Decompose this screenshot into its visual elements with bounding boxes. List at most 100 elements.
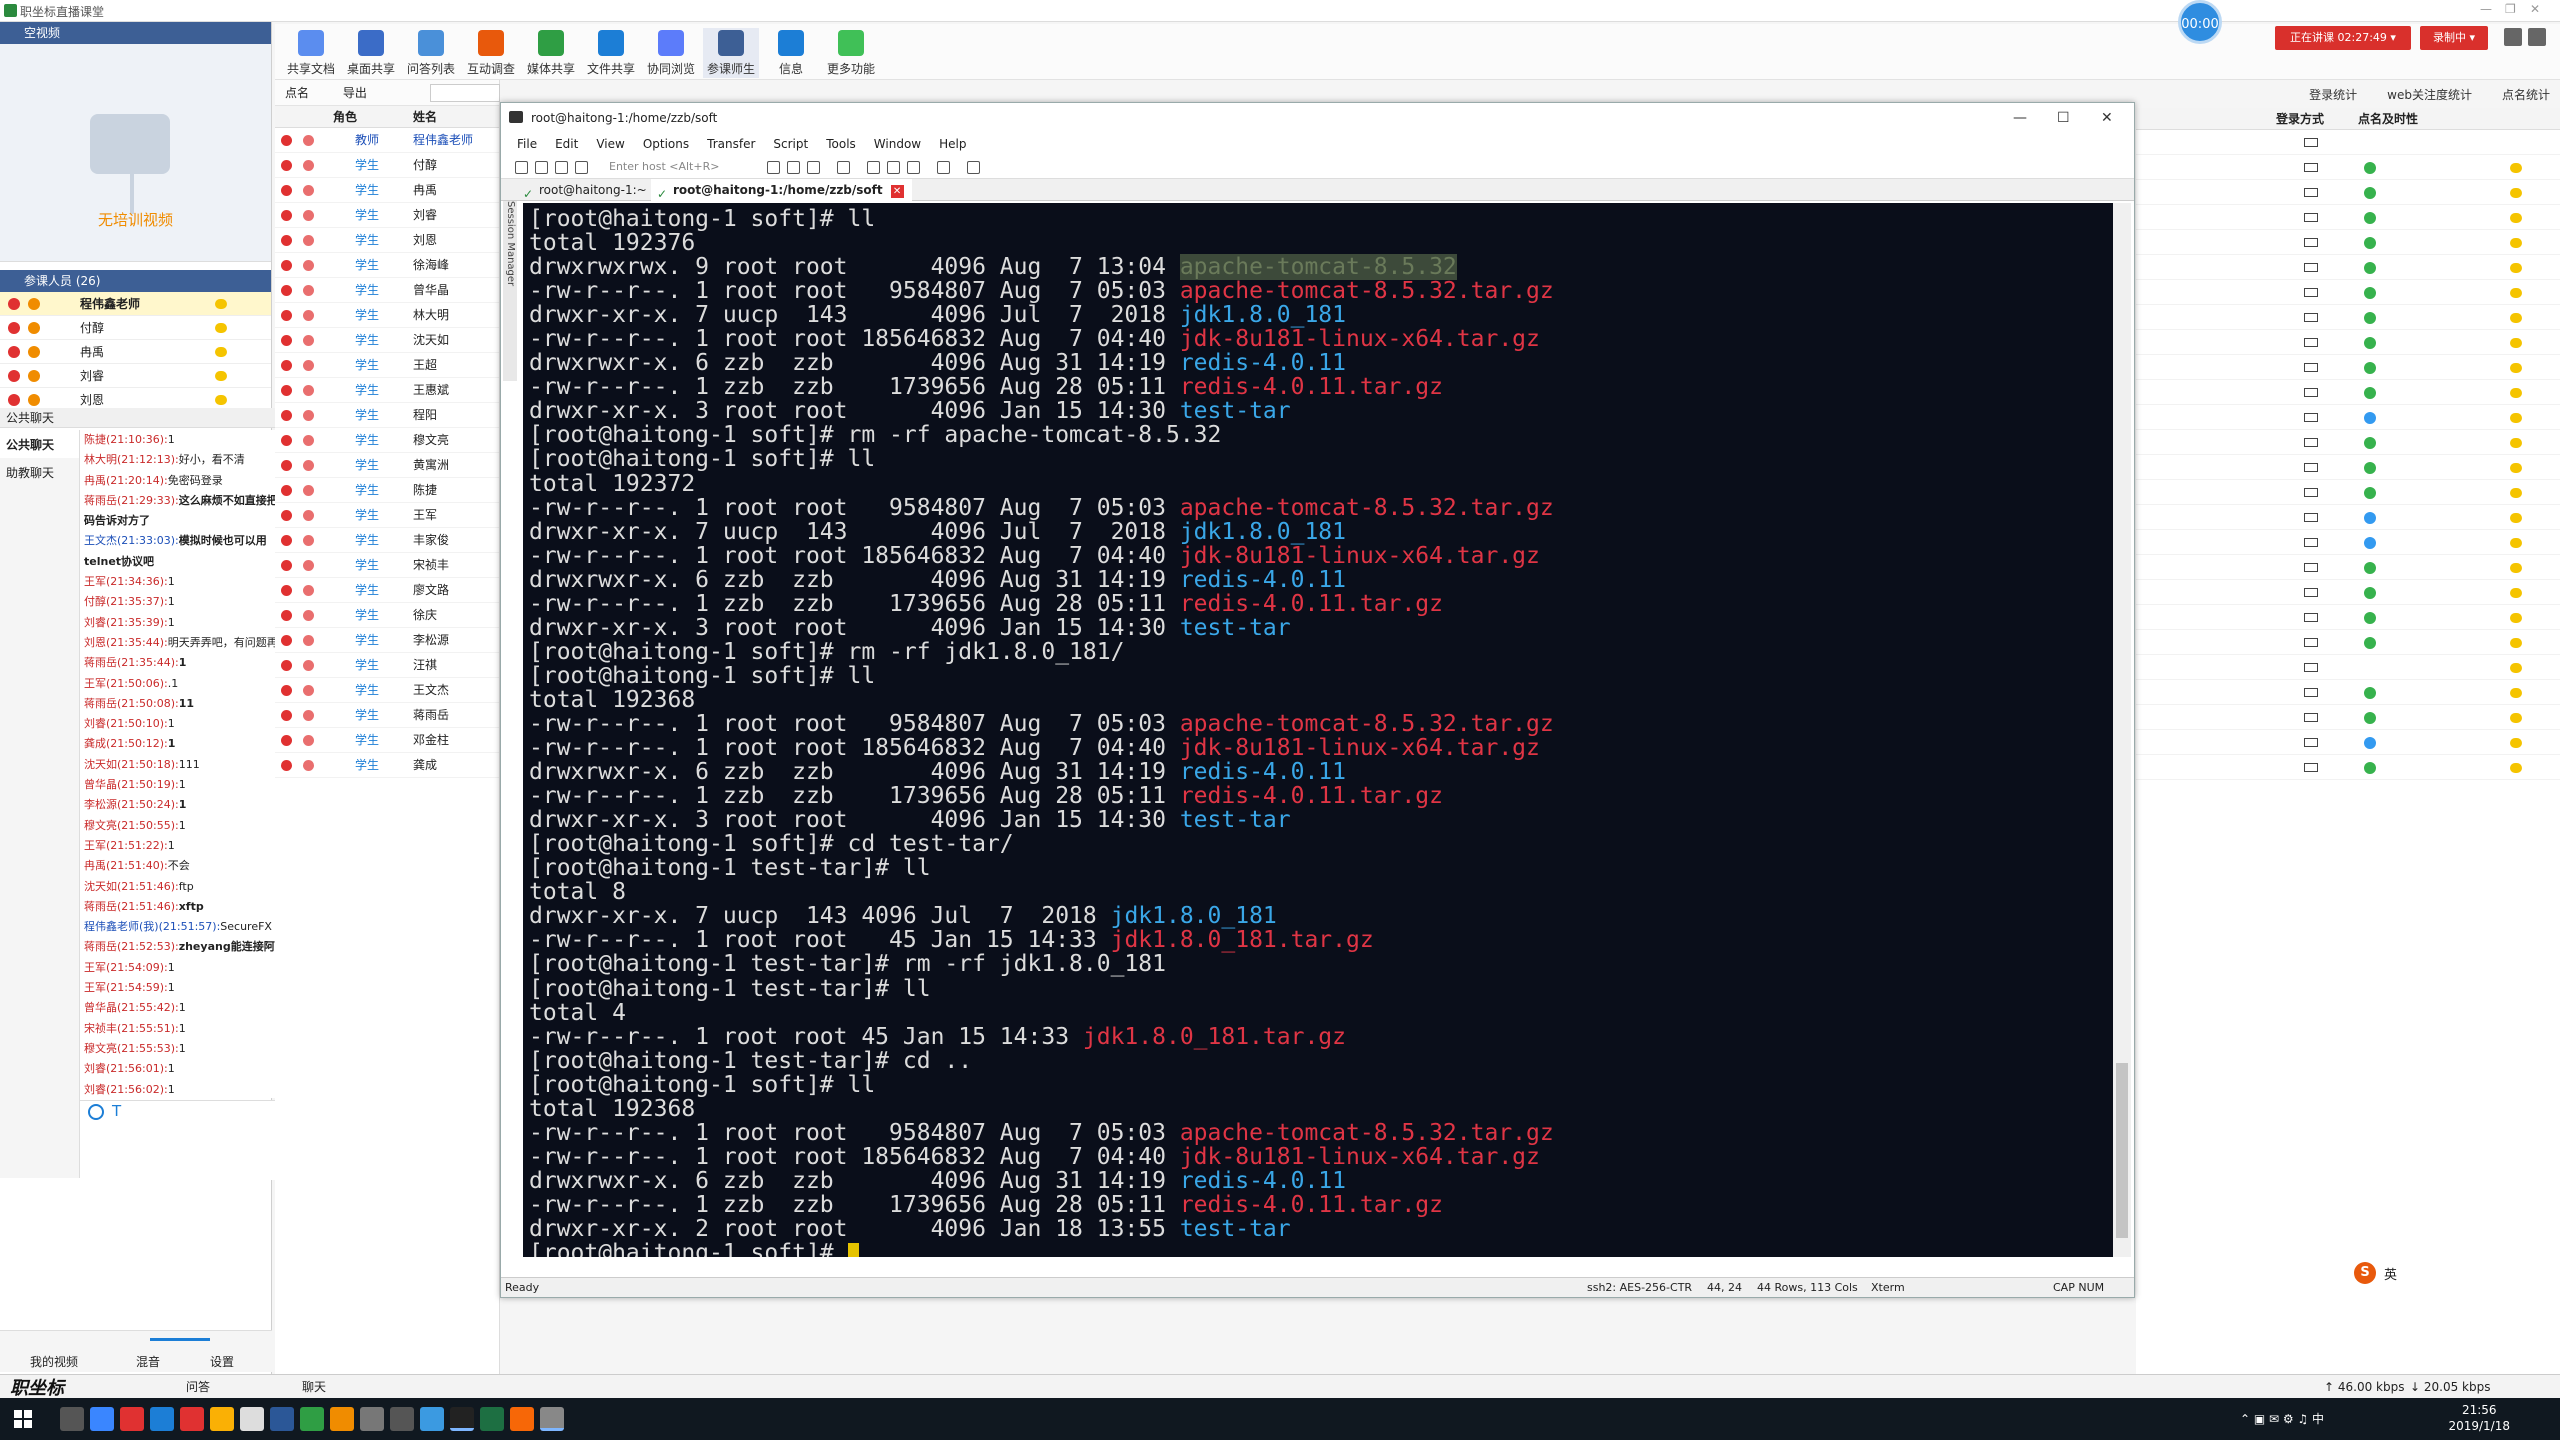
toolbar-7[interactable]: 参课师生 <box>703 28 759 78</box>
reward-icon[interactable] <box>2510 563 2522 573</box>
key-icon[interactable] <box>907 161 920 174</box>
taskbar-app-icon[interactable] <box>510 1407 534 1431</box>
help-icon[interactable] <box>937 161 950 174</box>
menu-tools[interactable]: Tools <box>826 137 856 151</box>
volume-slider[interactable] <box>150 1338 210 1341</box>
mic-icon[interactable] <box>281 760 292 771</box>
table-row[interactable]: 学生 汪祺 <box>275 653 499 678</box>
taskbar-app-icon[interactable] <box>150 1407 174 1431</box>
reward-icon[interactable] <box>2510 463 2522 473</box>
camera-icon[interactable] <box>28 322 40 334</box>
camera-icon[interactable] <box>303 385 314 396</box>
taskbar-app-icon[interactable] <box>450 1407 474 1431</box>
camera-icon[interactable] <box>303 635 314 646</box>
taskbar-app-icon[interactable] <box>180 1407 204 1431</box>
terminal-close-icon[interactable]: ✕ <box>2101 103 2113 133</box>
chat-button[interactable]: 聊天 <box>302 1375 326 1399</box>
camera-icon[interactable] <box>303 660 314 671</box>
mic-icon[interactable] <box>281 135 292 146</box>
taskbar-app-icon[interactable] <box>240 1407 264 1431</box>
table-row[interactable]: 学生 李松源 <box>275 628 499 653</box>
table-row[interactable]: 学生 程阳 <box>275 403 499 428</box>
mic-icon[interactable] <box>8 370 20 382</box>
mic-icon[interactable] <box>281 485 292 496</box>
table-row[interactable]: 学生 王惠斌 <box>275 378 499 403</box>
table-row[interactable]: 学生 曾华晶 <box>275 278 499 303</box>
camera-icon[interactable] <box>303 685 314 696</box>
mic-icon[interactable] <box>281 660 292 671</box>
toolbar-6[interactable]: 协同浏览 <box>643 28 699 78</box>
reward-icon[interactable] <box>2510 238 2522 248</box>
taskbar-app-icon[interactable] <box>90 1407 114 1431</box>
taskbar-app-icon[interactable] <box>540 1407 564 1431</box>
reward-icon[interactable] <box>2510 588 2522 598</box>
mic-icon[interactable] <box>281 385 292 396</box>
disconnect-icon[interactable] <box>575 161 588 174</box>
reward-icon[interactable] <box>2510 188 2522 198</box>
table-row[interactable]: 教师 程伟鑫老师 <box>275 128 499 153</box>
reward-icon[interactable] <box>2510 288 2522 298</box>
minimize-icon[interactable]: — <box>2480 2 2492 16</box>
terminal-minimize-icon[interactable]: — <box>2013 103 2027 133</box>
attendee-row[interactable]: 程伟鑫老师 <box>0 292 271 316</box>
attendee-row[interactable]: 付醇 <box>0 316 271 340</box>
find-icon[interactable] <box>807 161 820 174</box>
camera-icon[interactable] <box>303 410 314 421</box>
tab-soft[interactable]: ✓ root@haitong-1:/home/zzb/soft ✕ <box>651 179 912 201</box>
mic-icon[interactable] <box>281 535 292 546</box>
toolbar-9[interactable]: 更多功能 <box>823 28 879 78</box>
list-search-input[interactable] <box>430 84 500 102</box>
camera-icon[interactable] <box>303 610 314 621</box>
mic-icon[interactable] <box>8 322 20 334</box>
mic-icon[interactable] <box>281 360 292 371</box>
attendee-row[interactable]: 冉禹 <box>0 340 271 364</box>
camera-icon[interactable] <box>303 485 314 496</box>
reward-icon[interactable] <box>2510 313 2522 323</box>
reward-icon[interactable] <box>2510 688 2522 698</box>
camera-icon[interactable] <box>303 160 314 171</box>
reward-icon[interactable] <box>2510 763 2522 773</box>
table-row[interactable]: 学生 黄寓洲 <box>275 453 499 478</box>
camera-icon[interactable] <box>303 235 314 246</box>
stats-link-1[interactable]: web关注度统计 <box>2387 88 2472 102</box>
camera-icon[interactable] <box>303 760 314 771</box>
mic-icon[interactable] <box>281 185 292 196</box>
export-button[interactable]: 导出 <box>343 86 367 100</box>
mic-icon[interactable] <box>281 310 292 321</box>
reward-icon[interactable] <box>2510 488 2522 498</box>
keymap-icon[interactable] <box>887 161 900 174</box>
reward-icon[interactable] <box>2510 263 2522 273</box>
camera-icon[interactable] <box>303 285 314 296</box>
reward-icon[interactable] <box>215 299 227 309</box>
taskbar-clock[interactable]: 21:56 2019/1/18 <box>2448 1402 2510 1434</box>
reward-icon[interactable] <box>2510 538 2522 548</box>
table-row[interactable]: 学生 宋祯丰 <box>275 553 499 578</box>
sogou-icon[interactable]: S <box>2354 1262 2376 1284</box>
camera-icon[interactable] <box>303 360 314 371</box>
record-button[interactable]: 录制中 ▾ <box>2420 26 2488 50</box>
qa-button[interactable]: 问答 <box>186 1375 210 1399</box>
taskbar-app-icon[interactable] <box>480 1407 504 1431</box>
table-row[interactable]: 学生 林大明 <box>275 303 499 328</box>
taskbar-app-icon[interactable] <box>360 1407 384 1431</box>
camera-icon[interactable] <box>303 460 314 471</box>
restore-icon[interactable]: ❐ <box>2505 2 2516 16</box>
mic-icon[interactable] <box>281 260 292 271</box>
mic-icon[interactable] <box>281 435 292 446</box>
reconnect-icon[interactable] <box>555 161 568 174</box>
sftp-icon[interactable] <box>967 161 980 174</box>
taskbar-app-icon[interactable] <box>300 1407 324 1431</box>
toolbar-4[interactable]: 媒体共享 <box>523 28 579 78</box>
reward-icon[interactable] <box>2510 713 2522 723</box>
reward-icon[interactable] <box>2510 413 2522 423</box>
reward-icon[interactable] <box>215 371 227 381</box>
mic-icon[interactable] <box>281 585 292 596</box>
table-row[interactable]: 学生 徐海峰 <box>275 253 499 278</box>
table-row[interactable]: 学生 付醇 <box>275 153 499 178</box>
lightning-icon[interactable] <box>535 161 548 174</box>
toolbar-5[interactable]: 文件共享 <box>583 28 639 78</box>
camera-icon[interactable] <box>303 260 314 271</box>
camera-icon[interactable] <box>303 535 314 546</box>
layout-icon[interactable] <box>2504 28 2522 46</box>
menu-view[interactable]: View <box>596 137 624 151</box>
